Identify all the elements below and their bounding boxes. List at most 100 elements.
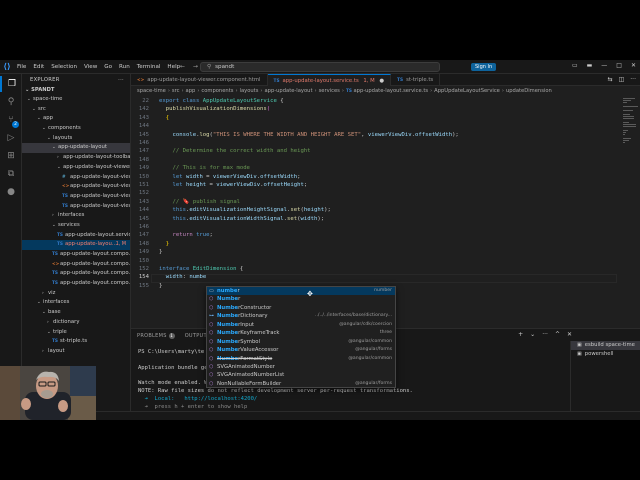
folder-item[interactable]: ⌄ triple	[22, 328, 130, 338]
breadcrumb-item[interactable]: app-update-layout.service.ts	[353, 88, 428, 94]
file-item[interactable]: TS app-update-layout.compo...	[22, 279, 130, 289]
panel-toggle-icon[interactable]: ▬	[587, 62, 593, 69]
file-item[interactable]: <>app-update-layout.compo...	[22, 260, 130, 270]
code-token: }	[159, 282, 163, 289]
suggestion-item[interactable]: ⬡ NumberConstructor	[207, 304, 395, 312]
breadcrumb-item[interactable]: src	[172, 88, 180, 94]
file-item[interactable]: TS app-update-layou... 1, M	[22, 240, 130, 250]
file-item[interactable]: TS app-update-layout.servic...	[22, 231, 130, 241]
suggestion-item[interactable]: ⬡ NumberFormatStyle @angular/common	[207, 355, 395, 363]
file-item[interactable]: TSapp-update-layout-viewe...	[22, 202, 130, 212]
close-panel-icon[interactable]: ✕	[567, 331, 572, 338]
menu-file[interactable]: File	[17, 64, 26, 70]
folder-item[interactable]: ⌄ space-time	[22, 95, 130, 105]
folder-item[interactable]: ⌄ components	[22, 124, 130, 134]
menu-go[interactable]: Go	[104, 64, 112, 70]
breadcrumb-item[interactable]: updateDimension	[506, 88, 552, 94]
remote-explorer-icon[interactable]: ⧉	[0, 166, 22, 182]
folder-item[interactable]: › layout	[22, 347, 130, 357]
project-root[interactable]: ⌄ SPANDT	[22, 86, 130, 95]
minimap[interactable]	[621, 96, 640, 314]
tab-problems[interactable]: PROBLEMS 1	[137, 331, 175, 341]
minimize-icon[interactable]: —	[601, 62, 607, 69]
layout-icon[interactable]: ▭	[572, 62, 578, 69]
terminal-instance[interactable]: ▣ powershell	[571, 350, 640, 359]
suggestion-item[interactable]: ⬡ SVGAnimatedNumberList	[207, 371, 395, 379]
minimap-line	[623, 106, 638, 107]
run-debug-icon[interactable]: ▷	[0, 130, 22, 146]
file-item[interactable]: TS st-triple.ts	[22, 337, 130, 347]
folder-item[interactable]: › app-update-layout-toolbar	[22, 153, 130, 163]
suggestion-item[interactable]: ⬡ Number	[207, 295, 395, 303]
breadcrumb-item[interactable]: components	[201, 88, 233, 94]
close-icon[interactable]: ✕	[631, 62, 636, 69]
breadcrumb-item[interactable]: services	[319, 88, 340, 94]
add-terminal-icon[interactable]: +	[518, 331, 523, 338]
folder-item[interactable]: ⌄ app	[22, 114, 130, 124]
github-icon[interactable]: ●	[0, 184, 22, 200]
breadcrumb-item[interactable]: app-update-layout	[265, 88, 313, 94]
suggestion-item[interactable]: ⬡ NumberInput @angular/cdk/coercion	[207, 321, 395, 329]
compare-icon[interactable]: ⇆	[608, 76, 613, 83]
file-item[interactable]: TS app-update-layout.compo...	[22, 250, 130, 260]
folder-item[interactable]: ⌄ base	[22, 308, 130, 318]
terminal-instance[interactable]: ▣ esbuild space-time	[571, 341, 640, 350]
folder-item[interactable]: ⌄ services	[22, 221, 130, 231]
ts-file-icon: TS	[62, 193, 69, 199]
maximize-icon[interactable]: □	[616, 62, 622, 69]
sign-in-button[interactable]: Sign In	[471, 63, 497, 71]
tab-output[interactable]: OUTPUT	[185, 331, 207, 341]
split-editor-icon[interactable]: ◫	[619, 76, 625, 83]
suggestion-item[interactable]: ⬡ NonNullableFormBuilder @angular/forms	[207, 380, 395, 387]
unsaved-dot-icon[interactable]: ●	[379, 78, 384, 84]
suggestion-item[interactable]: ⬡ NumberKeyframeTrack three	[207, 329, 395, 337]
breadcrumb-item[interactable]: AppUpdateLayoutService	[434, 88, 500, 94]
suggestion-item[interactable]: ⬡ NumberValueAccessor @angular/forms	[207, 346, 395, 354]
suggestion-item[interactable]: ▭ number number	[207, 287, 395, 296]
more-actions-icon[interactable]: ···	[542, 331, 548, 338]
folder-item[interactable]: › viz	[22, 289, 130, 299]
tab-service-ts[interactable]: TS app-update-layout.service.ts 1, M ●	[267, 74, 392, 86]
folder-item[interactable]: ⌄ app-update-layout-viewer	[22, 163, 130, 173]
suggestion-label: number	[217, 288, 240, 294]
file-item[interactable]: TSapp-update-layout-viewe...	[22, 192, 130, 202]
tab-viewer-html[interactable]: <> app-update-layout-viewer.component.htm…	[131, 74, 268, 86]
menu-terminal[interactable]: Terminal	[137, 64, 161, 70]
file-item[interactable]: # app-update-layout-viewe...	[22, 173, 130, 183]
more-actions-icon[interactable]: ···	[630, 76, 636, 83]
folder-item[interactable]: ⌄ app-update-layout	[22, 143, 130, 154]
menu-selection[interactable]: Selection	[51, 64, 77, 70]
folder-item[interactable]: › dictionary	[22, 318, 130, 328]
breadcrumb-item[interactable]: layouts	[240, 88, 259, 94]
maximize-panel-icon[interactable]: ^	[555, 331, 560, 338]
command-center[interactable]: ⚲ spandt	[200, 62, 440, 72]
presenter-video	[0, 366, 96, 420]
file-item[interactable]: <>app-update-layout-viewe...	[22, 182, 130, 192]
source-control-icon[interactable]: ⑂ 2	[0, 112, 22, 128]
menu-view[interactable]: View	[84, 64, 97, 70]
suggestion-item[interactable]: ⬡ NumberSymbol @angular/common	[207, 338, 395, 346]
more-actions-icon[interactable]: ···	[118, 74, 124, 86]
nav-arrows[interactable]: ← →	[180, 63, 201, 70]
code-editor[interactable]: 22 export class AppUpdateLayoutService {1…	[131, 96, 621, 314]
search-icon[interactable]: ⚲	[0, 94, 22, 110]
extensions-icon[interactable]: ⊞	[0, 148, 22, 164]
menu-help[interactable]: Help	[167, 64, 180, 70]
tree-item-label: st-triple.ts	[60, 338, 88, 345]
menu-run[interactable]: Run	[119, 64, 130, 70]
code-line: }	[159, 241, 169, 247]
tab-st-triple[interactable]: TS st-triple.ts	[391, 74, 441, 86]
breadcrumb-item[interactable]: app	[186, 88, 196, 94]
editor-area: <> app-update-layout-viewer.component.htm…	[131, 74, 640, 314]
folder-item[interactable]: ⌄ layouts	[22, 134, 130, 144]
breadcrumb-item[interactable]: space-time	[137, 88, 166, 94]
folder-item[interactable]: › interfaces	[22, 211, 130, 221]
chevron-down-icon[interactable]: ⌄	[530, 331, 535, 338]
suggestion-item[interactable]: ⬡ SVGAnimatedNumber	[207, 363, 395, 371]
folder-item[interactable]: ⌄ src	[22, 105, 130, 115]
menu-edit[interactable]: Edit	[33, 64, 44, 70]
suggestion-item[interactable]: ⊶ NumberDictionary ../../../interfaces/bas…	[207, 312, 395, 320]
explorer-icon[interactable]: ❐	[0, 76, 22, 92]
file-item[interactable]: TS app-update-layout.compo...	[22, 269, 130, 279]
folder-item[interactable]: ⌄ interfaces	[22, 298, 130, 308]
